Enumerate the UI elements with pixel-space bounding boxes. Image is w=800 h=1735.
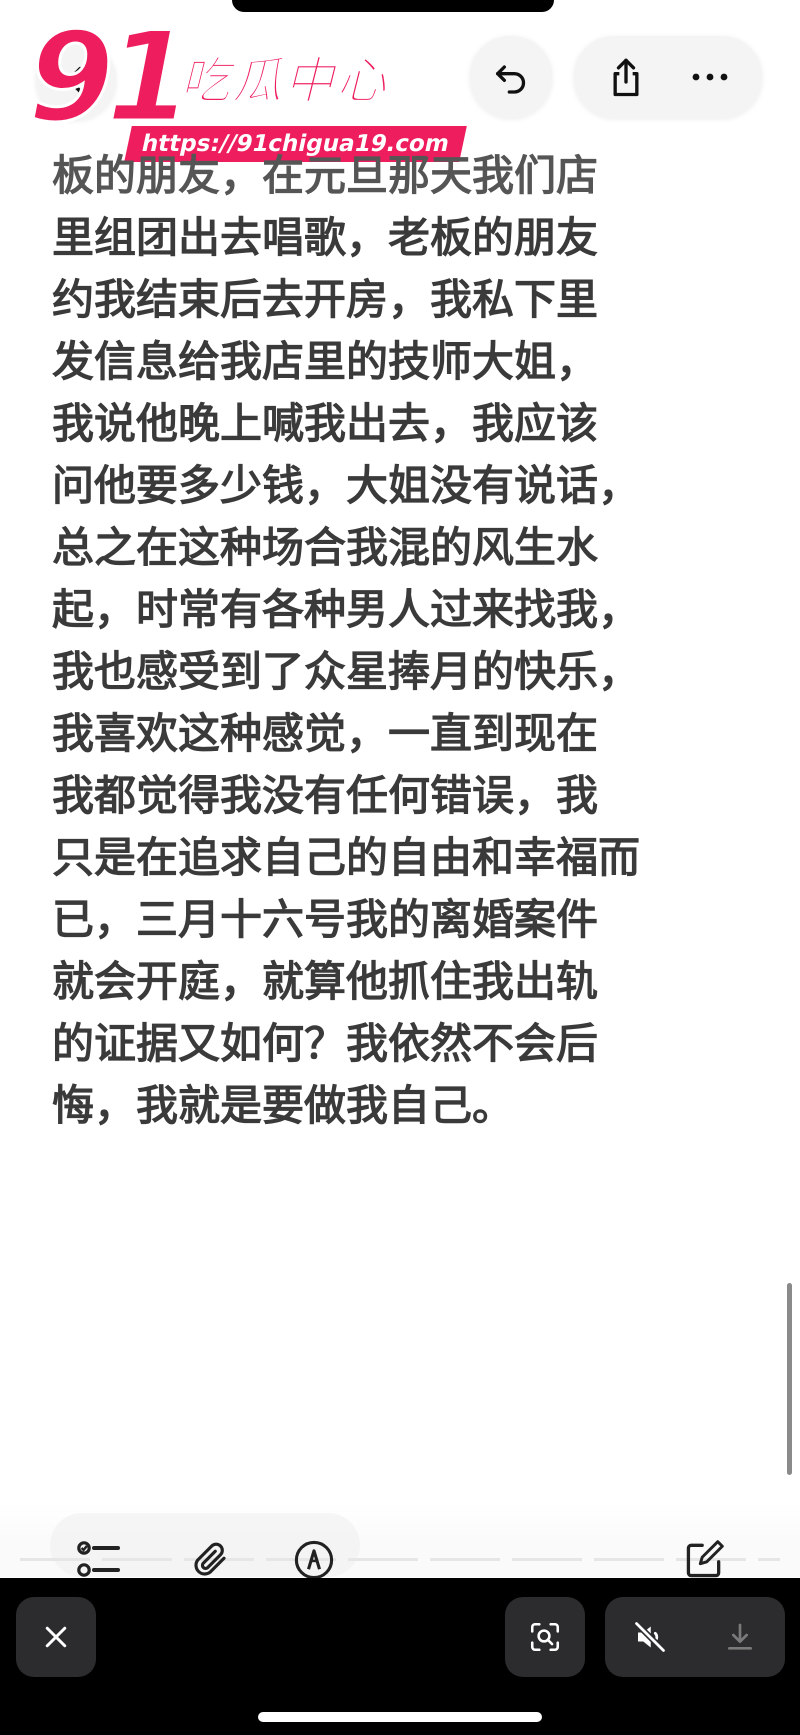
undo-button[interactable]: [470, 36, 552, 118]
mute-button[interactable]: [615, 1602, 685, 1672]
dynamic-island: [232, 0, 554, 12]
scrollbar[interactable]: [787, 1283, 792, 1475]
note-body[interactable]: 板的朋友，在元旦那天我们店 里组团出去唱歌，老板的朋友 约我结束后去开房，我私下…: [52, 145, 772, 1137]
more-button[interactable]: [675, 42, 745, 112]
note-line: 板的朋友，在元旦那天我们店: [52, 151, 599, 200]
note-line: 我喜欢这种感觉，一直到现在: [52, 709, 599, 758]
screen: 91 吃瓜中心 https://91chigua19.com 板的朋友，在元旦那…: [0, 0, 800, 1735]
share-button[interactable]: [591, 42, 661, 112]
share-icon: [613, 58, 639, 97]
logo-number: 91: [27, 6, 195, 150]
markup-pen-icon: [294, 1540, 334, 1580]
home-indicator[interactable]: [258, 1712, 542, 1722]
note-line: 发信息给我店里的技师大姐，: [52, 337, 599, 386]
note-line: 已，三月十六号我的离婚案件: [52, 895, 599, 944]
visual-lookup-button[interactable]: [505, 1597, 585, 1677]
note-line: 就会开庭，就算他抓住我出轨: [52, 957, 599, 1006]
download-button[interactable]: [705, 1602, 775, 1672]
note-line: 起，时常有各种男人过来找我，: [52, 585, 641, 634]
note-line: 我说他晚上喊我出去，我应该: [52, 399, 599, 448]
more-icon: [692, 73, 728, 81]
download-icon: [728, 1623, 752, 1650]
note-line: 悔，我就是要做我自己。: [52, 1081, 515, 1130]
note-line: 约我结束后去开房，我私下里: [52, 275, 599, 324]
paperclip-icon: [194, 1542, 226, 1576]
note-line: 问他要多少钱，大姐没有说话，: [52, 461, 641, 510]
undo-icon: [496, 65, 526, 94]
note-line: 我都觉得我没有任何错误，我: [52, 771, 599, 820]
note-line: 总之在这种场合我混的风生水: [52, 523, 599, 572]
compose-icon: [686, 1540, 724, 1578]
checklist-icon: [77, 1541, 120, 1577]
note-line: 只是在追求自己的自由和幸福而: [52, 833, 641, 882]
visual-lookup-icon: [530, 1622, 560, 1652]
logo-name: 吃瓜中心: [180, 52, 388, 110]
note-line: 里组团出去唱歌，老板的朋友: [52, 213, 599, 262]
note-line: 的证据又如何？我依然不会后: [52, 1019, 599, 1068]
media-controls: [605, 1597, 785, 1677]
close-button[interactable]: [16, 1597, 96, 1677]
toolbar-divider: [20, 1558, 780, 1561]
note-line: 我也感受到了众星捧月的快乐，: [52, 647, 641, 696]
speaker-muted-icon: [634, 1621, 666, 1653]
close-icon: [45, 1626, 67, 1648]
note-actions-pill: [574, 36, 762, 118]
